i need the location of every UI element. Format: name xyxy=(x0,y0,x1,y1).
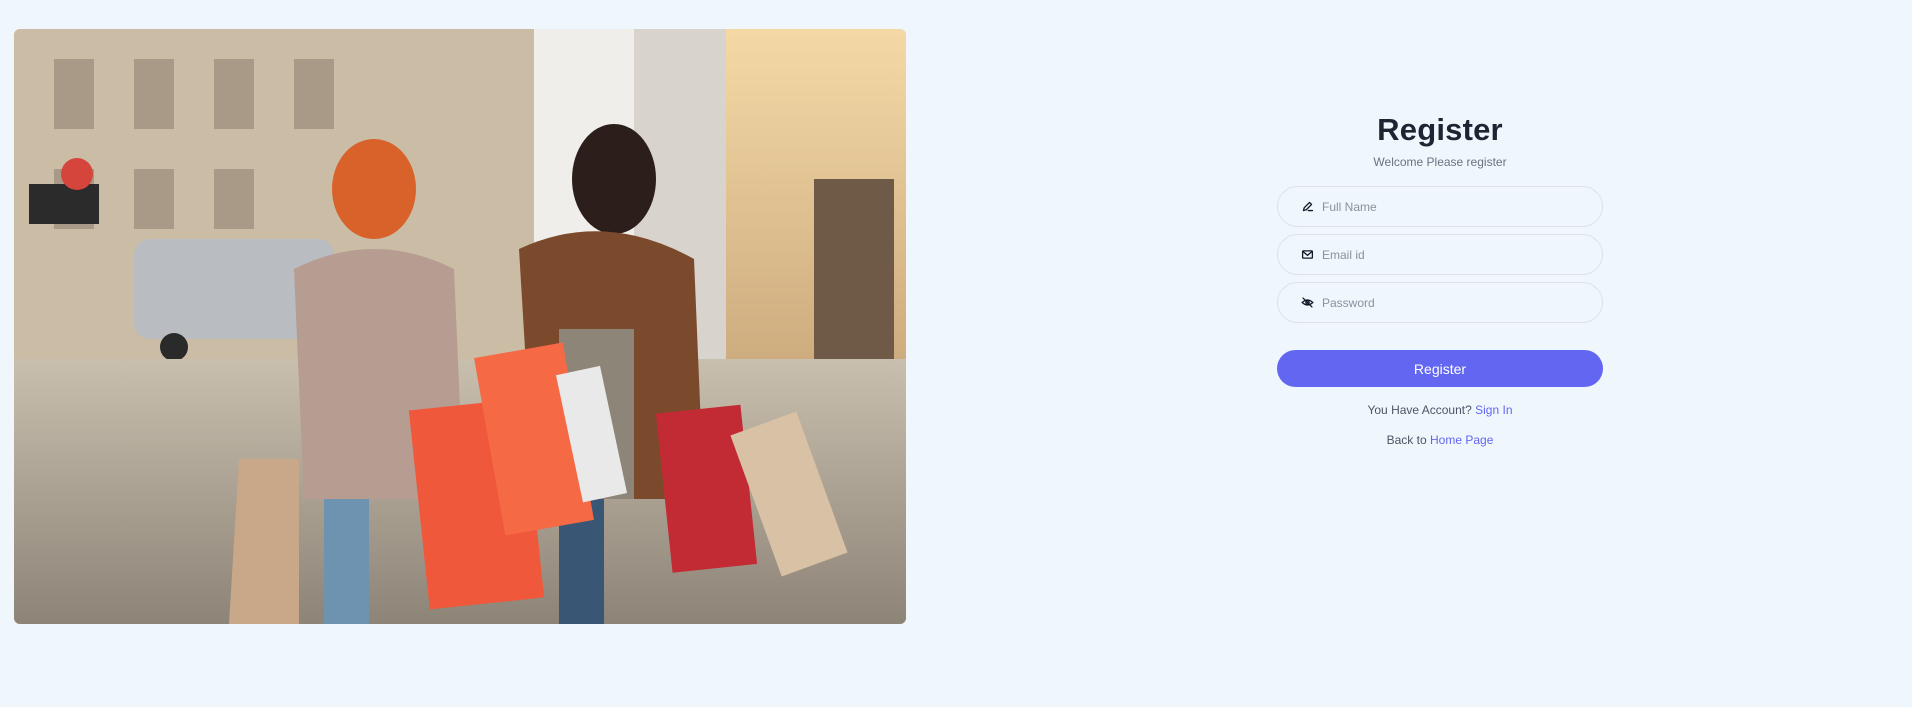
register-button[interactable]: Register xyxy=(1277,350,1603,387)
pen-icon xyxy=(1300,200,1314,214)
hero-image xyxy=(14,29,906,624)
password-input[interactable] xyxy=(1322,295,1582,310)
email-input[interactable] xyxy=(1322,247,1582,262)
mail-icon xyxy=(1300,248,1314,262)
email-field[interactable] xyxy=(1277,234,1603,275)
eye-off-icon[interactable] xyxy=(1300,296,1314,310)
password-field[interactable] xyxy=(1277,282,1603,323)
home-page-link[interactable]: Home Page xyxy=(1430,433,1493,447)
page-subtitle: Welcome Please register xyxy=(1373,155,1507,169)
page-title: Register xyxy=(1377,112,1503,147)
full-name-field[interactable] xyxy=(1277,186,1603,227)
sign-in-link[interactable]: Sign In xyxy=(1475,403,1512,417)
sign-in-prompt: You Have Account? Sign In xyxy=(1367,402,1512,418)
back-prompt-text: Back to xyxy=(1386,433,1427,447)
account-prompt-text: You Have Account? xyxy=(1367,403,1472,417)
full-name-input[interactable] xyxy=(1322,199,1582,214)
register-form: Register Welcome Please register Full Na… xyxy=(1277,110,1603,448)
home-prompt: Back to Home Page xyxy=(1387,432,1494,448)
register-page: Register Welcome Please register Full Na… xyxy=(0,0,1912,707)
